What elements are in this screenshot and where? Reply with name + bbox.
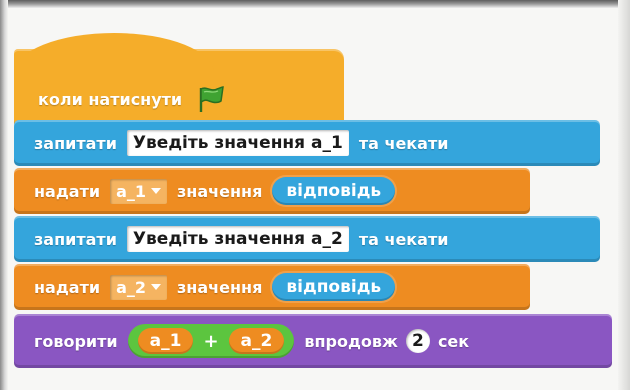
addition-operator-block[interactable]: а_1 + а_2 [127,324,295,358]
variable-name: а_1 [116,181,146,201]
variable-dropdown-2[interactable]: а_2 [110,274,167,300]
set-variable-block-2[interactable]: надати а_2 значення відповідь [14,264,530,310]
script-stack: коли натиснути запитати Уведіть значення… [12,24,624,390]
top-border [0,0,630,8]
ask-and-wait-block-2[interactable]: запитати Уведіть значення а_2 та чекати [14,216,600,262]
ask-label: запитати [34,229,117,249]
ask-question-input-2[interactable]: Уведіть значення а_2 [126,226,349,252]
seconds-input[interactable]: 2 [405,329,430,353]
say-label: говорити [34,331,118,351]
ask-and-wait-block-1[interactable]: запитати Уведіть значення а_1 та чекати [14,120,600,166]
plus-sign: + [203,330,219,352]
ask-question-input-1[interactable]: Уведіть значення а_1 [126,130,349,156]
and-wait-label: та чекати [358,133,449,153]
green-flag-icon [194,85,226,113]
dropdown-arrow-icon [151,188,161,194]
say-for-secs-block[interactable]: говорити а_1 + а_2 впродовж 2 сек [14,314,612,368]
left-border [0,0,8,390]
and-wait-label: та чекати [358,229,449,249]
seconds-unit-label: сек [437,331,470,351]
ask-label: запитати [34,133,117,153]
dropdown-arrow-icon [151,284,161,290]
for-label: впродовж [304,331,398,351]
hat-label: коли натиснути [38,89,183,109]
hat-cap [14,33,214,73]
set-label: надати [34,277,101,297]
script-area: коли натиснути запитати Уведіть значення… [0,0,630,390]
when-flag-clicked-block[interactable]: коли натиснути [14,33,344,129]
variable-reporter-a1[interactable]: а_1 [137,328,194,354]
answer-reporter-1[interactable]: відповідь [272,177,396,205]
answer-reporter-2[interactable]: відповідь [272,273,396,301]
set-variable-block-1[interactable]: надати а_1 значення відповідь [14,168,530,214]
variable-name: а_2 [116,277,146,297]
to-value-label: значення [177,277,263,297]
to-value-label: значення [177,181,263,201]
variable-dropdown-1[interactable]: а_1 [110,178,167,204]
variable-reporter-a2[interactable]: а_2 [228,328,285,354]
set-label: надати [34,181,101,201]
